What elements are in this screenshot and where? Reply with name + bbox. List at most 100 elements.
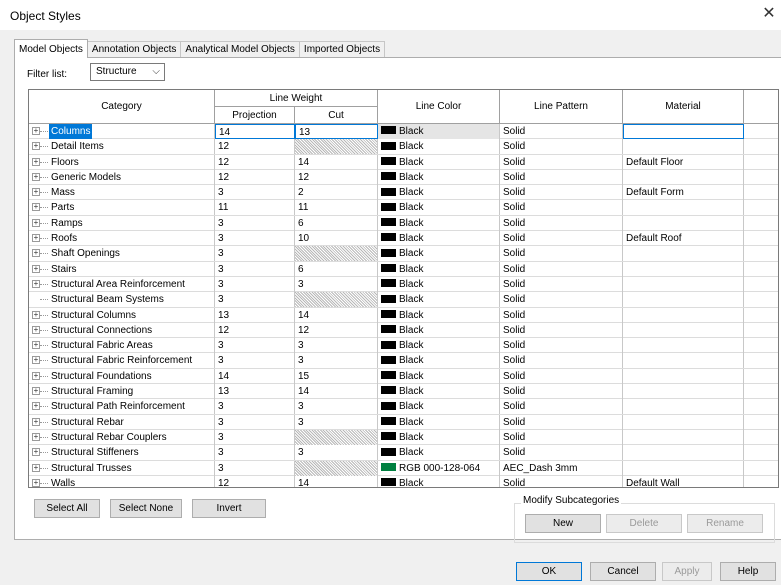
- category-cell[interactable]: + Structural Stiffeners: [29, 445, 215, 461]
- line-color-cell[interactable]: Black: [378, 384, 500, 400]
- material-cell[interactable]: [623, 338, 744, 354]
- line-pattern-cell[interactable]: Solid: [500, 215, 623, 231]
- material-cell[interactable]: [623, 322, 744, 338]
- category-cell[interactable]: + Structural Foundations: [29, 368, 215, 384]
- table-row[interactable]: + Structural Trusses 3 RGB 000-128-064 AEC_D…: [29, 460, 778, 476]
- table-row[interactable]: + Ramps 3 6 Black Solid: [29, 215, 778, 232]
- expand-icon[interactable]: +: [32, 387, 40, 396]
- cut-cell[interactable]: 3: [295, 399, 378, 415]
- projection-cell[interactable]: 14: [215, 368, 295, 384]
- line-color-cell[interactable]: Black: [378, 215, 500, 231]
- projection-cell[interactable]: 3: [215, 231, 295, 247]
- line-pattern-cell[interactable]: Solid: [500, 231, 623, 247]
- category-cell[interactable]: + Structural Fabric Reinforcement: [29, 353, 215, 369]
- material-cell[interactable]: [623, 261, 744, 277]
- projection-cell[interactable]: 3: [215, 276, 295, 292]
- cut-cell[interactable]: 3: [295, 353, 378, 369]
- cut-cell[interactable]: 10: [295, 231, 378, 247]
- help-button[interactable]: Help: [720, 562, 776, 581]
- category-cell[interactable]: + Structural Rebar: [29, 414, 215, 430]
- line-color-cell[interactable]: Black: [378, 139, 500, 155]
- line-color-cell[interactable]: Black: [378, 200, 500, 216]
- header-line-color[interactable]: Line Color: [378, 90, 500, 124]
- object-styles-table[interactable]: Category Line Weight Projection Cut Line…: [28, 89, 779, 488]
- table-row[interactable]: + Structural Fabric Reinforcement 3 3 Black S…: [29, 353, 778, 369]
- material-cell[interactable]: Default Floor: [623, 154, 744, 170]
- category-cell[interactable]: + Shaft Openings: [29, 246, 215, 262]
- cut-cell[interactable]: 2: [295, 185, 378, 201]
- table-row[interactable]: Structural Beam Systems 3 Black Solid: [29, 292, 778, 308]
- material-cell[interactable]: [623, 399, 744, 415]
- table-row[interactable]: + Mass 3 2 Black Solid Default Form: [29, 185, 778, 201]
- tab-model-objects[interactable]: Model Objects: [14, 39, 88, 58]
- expand-icon[interactable]: +: [32, 188, 40, 197]
- category-cell[interactable]: + Parts: [29, 200, 215, 216]
- cut-cell[interactable]: 12: [295, 169, 378, 185]
- expand-icon[interactable]: +: [32, 127, 40, 135]
- material-cell[interactable]: [623, 139, 744, 155]
- table-row[interactable]: + Parts 11 11 Black Solid: [29, 200, 778, 216]
- category-cell[interactable]: + Generic Models: [29, 169, 215, 185]
- line-color-cell[interactable]: Black: [378, 124, 500, 139]
- line-pattern-cell[interactable]: Solid: [500, 139, 623, 155]
- projection-cell[interactable]: 3: [215, 429, 295, 445]
- table-row[interactable]: + Structural Foundations 14 15 Black Solid: [29, 368, 778, 385]
- select-none-button[interactable]: Select None: [110, 499, 182, 518]
- projection-cell[interactable]: 3: [215, 261, 295, 277]
- line-color-cell[interactable]: Black: [378, 338, 500, 354]
- category-cell[interactable]: + Mass: [29, 185, 215, 201]
- material-cell[interactable]: [623, 384, 744, 400]
- line-color-cell[interactable]: Black: [378, 429, 500, 445]
- line-pattern-cell[interactable]: Solid: [500, 261, 623, 277]
- expand-icon[interactable]: +: [32, 203, 40, 212]
- expand-icon[interactable]: +: [32, 142, 40, 151]
- line-color-cell[interactable]: Black: [378, 185, 500, 201]
- tab-imported-objects[interactable]: Imported Objects: [298, 41, 386, 58]
- cut-cell[interactable]: 15: [295, 368, 378, 384]
- material-cell[interactable]: [623, 215, 744, 231]
- table-row[interactable]: + Structural Path Reinforcement 3 3 Black Sol…: [29, 399, 778, 415]
- category-cell[interactable]: + Structural Connections: [29, 322, 215, 338]
- filter-list-dropdown[interactable]: Structure ⌵: [90, 63, 165, 81]
- table-row[interactable]: + Structural Stiffeners 3 3 Black Solid: [29, 445, 778, 461]
- material-cell[interactable]: Default Roof: [623, 231, 744, 247]
- category-cell[interactable]: + Columns: [29, 124, 215, 139]
- line-pattern-cell[interactable]: Solid: [500, 169, 623, 185]
- line-color-cell[interactable]: Black: [378, 368, 500, 384]
- projection-cell[interactable]: 13: [215, 384, 295, 400]
- category-cell[interactable]: + Structural Rebar Couplers: [29, 429, 215, 445]
- tab-annotation-objects[interactable]: Annotation Objects: [86, 41, 182, 58]
- cut-cell[interactable]: 3: [295, 414, 378, 430]
- expand-icon[interactable]: +: [32, 341, 40, 350]
- projection-cell[interactable]: 12: [215, 154, 295, 170]
- expand-icon[interactable]: +: [32, 172, 40, 181]
- delete-subcategory-button[interactable]: Delete: [606, 514, 682, 533]
- line-pattern-cell[interactable]: Solid: [500, 414, 623, 430]
- expand-icon[interactable]: +: [32, 371, 40, 380]
- material-cell[interactable]: [623, 292, 744, 308]
- category-cell[interactable]: + Roofs: [29, 231, 215, 247]
- line-color-cell[interactable]: Black: [378, 231, 500, 247]
- cut-cell[interactable]: 11: [295, 200, 378, 216]
- expand-icon[interactable]: +: [32, 463, 40, 472]
- projection-cell[interactable]: 13: [215, 307, 295, 323]
- category-cell[interactable]: + Detail Items: [29, 139, 215, 155]
- material-cell[interactable]: [623, 353, 744, 369]
- category-cell[interactable]: Structural Beam Systems: [29, 292, 215, 308]
- table-row[interactable]: + Stairs 3 6 Black Solid: [29, 261, 778, 277]
- cut-cell[interactable]: 12: [295, 322, 378, 338]
- line-color-cell[interactable]: Black: [378, 246, 500, 262]
- category-cell[interactable]: + Structural Framing: [29, 384, 215, 400]
- apply-button[interactable]: Apply: [662, 562, 712, 581]
- projection-cell[interactable]: 3: [215, 460, 295, 476]
- projection-cell[interactable]: 12: [215, 169, 295, 185]
- cut-cell[interactable]: 14: [295, 475, 378, 487]
- table-row[interactable]: + Structural Rebar Couplers 3 Black Solid: [29, 429, 778, 446]
- material-cell[interactable]: [623, 368, 744, 384]
- close-icon[interactable]: ✕: [759, 5, 779, 25]
- table-row[interactable]: + Structural Fabric Areas 3 3 Black Solid: [29, 338, 778, 354]
- expand-icon[interactable]: +: [32, 249, 40, 258]
- expand-icon[interactable]: +: [32, 218, 40, 227]
- projection-cell[interactable]: 11: [215, 200, 295, 216]
- line-pattern-cell[interactable]: Solid: [500, 353, 623, 369]
